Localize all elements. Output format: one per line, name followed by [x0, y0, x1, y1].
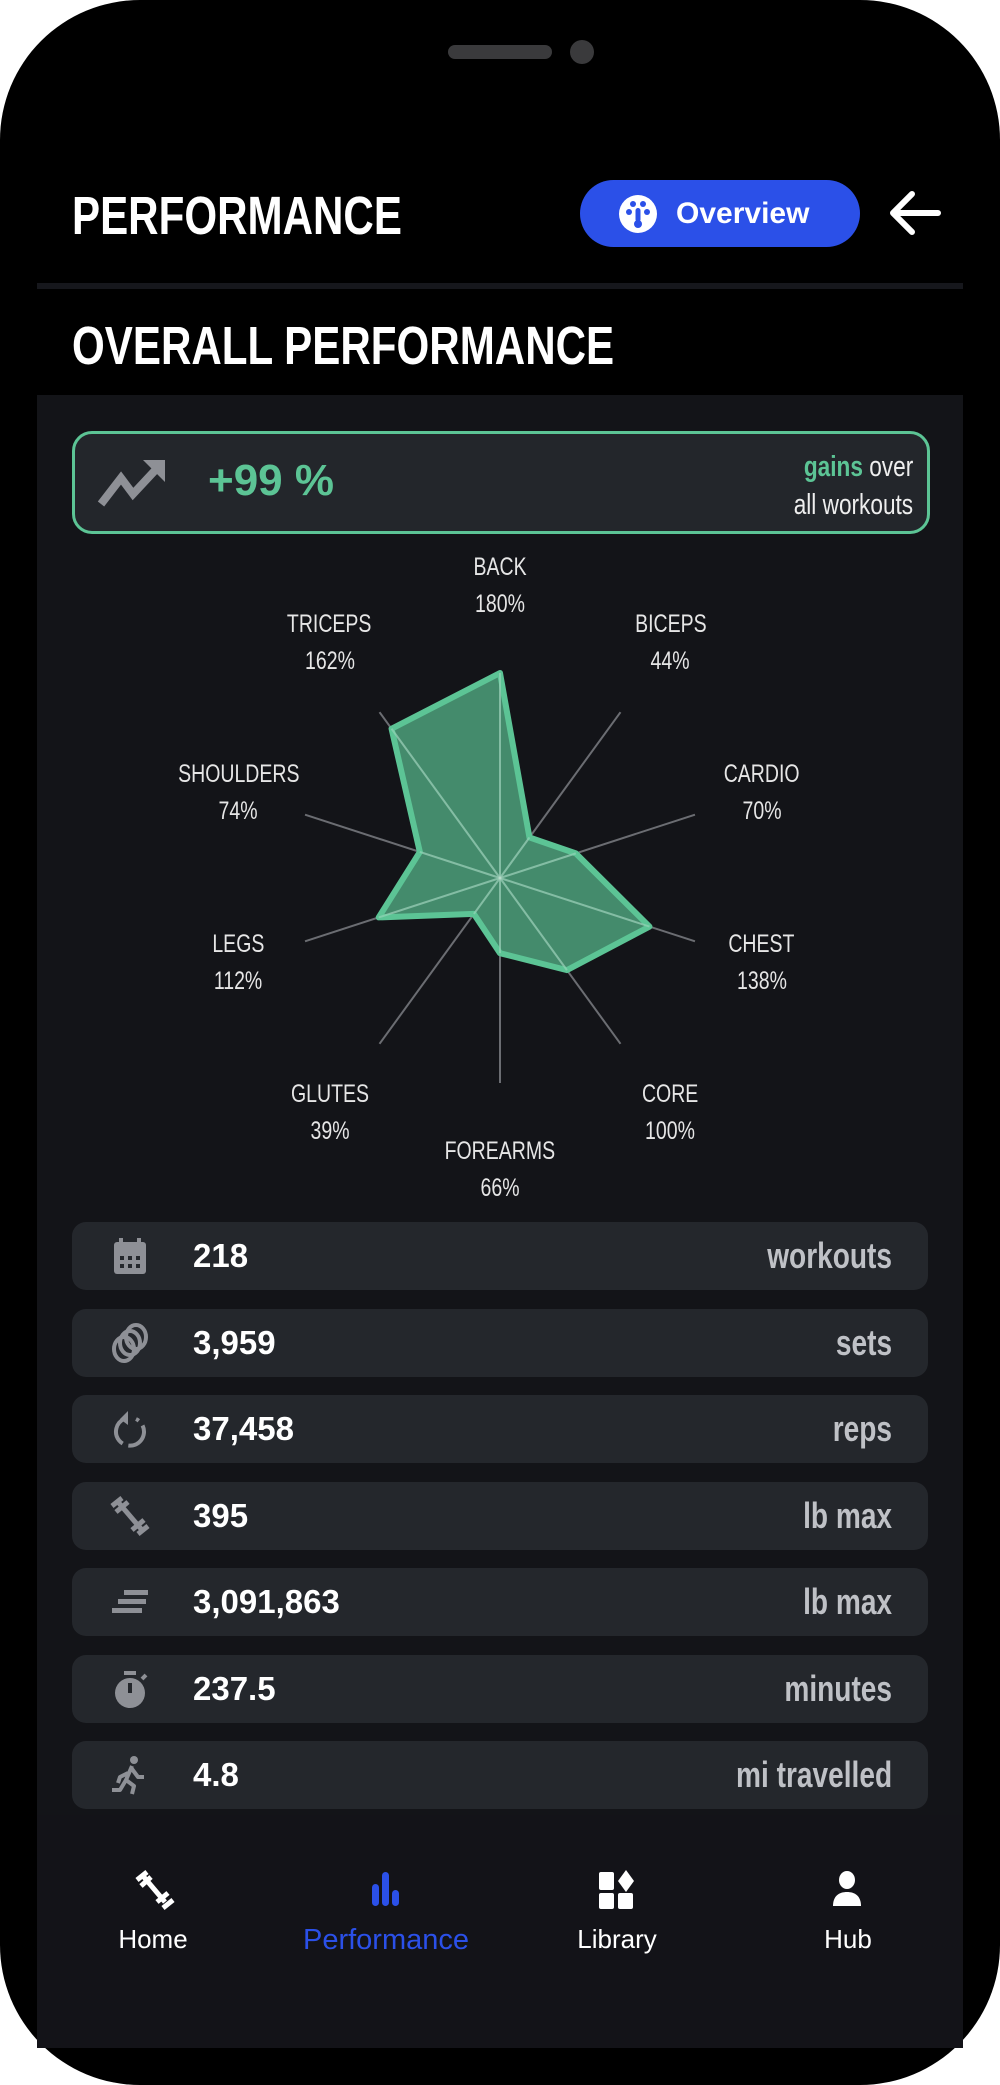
stat-row-sets: 3,959 sets — [72, 1308, 928, 1377]
library-shapes-icon — [599, 1870, 634, 1909]
radar-label-legs: LEGS 112% — [212, 929, 265, 995]
stat-unit: workouts — [767, 1235, 892, 1276]
stat-value: 4.8 — [193, 1756, 239, 1793]
stat-unit: minutes — [784, 1667, 892, 1709]
nav-tab-performance[interactable]: Performance — [286, 1868, 486, 1957]
radar-label-glutes: GLUTES 39% — [290, 1079, 369, 1145]
stat-row-lb-max: 3,091,863 lb max — [72, 1568, 928, 1636]
radar-label-shoulders: SHOULDERS 74% — [177, 760, 300, 826]
person-icon — [833, 1871, 861, 1906]
stat-value: 3,959 — [193, 1323, 276, 1361]
radar-chart — [304, 670, 696, 1083]
radar-label-core: CORE 100% — [642, 1079, 699, 1145]
overview-button[interactable]: Overview — [580, 180, 860, 247]
bar-chart-icon — [372, 1872, 399, 1906]
nav-tab-library[interactable]: Library — [517, 1868, 717, 1955]
page-title: PERFORMANCE — [72, 186, 402, 246]
stat-unit: mi travelled — [735, 1754, 892, 1795]
repeat-icon — [114, 1411, 146, 1448]
stat-row-lb-max: 395 lb max — [72, 1481, 928, 1550]
camera — [570, 40, 594, 64]
radar-label-triceps: TRICEPS 162% — [287, 610, 372, 676]
stopwatch-icon — [115, 1670, 148, 1708]
nav-tab-label: Performance — [302, 1924, 469, 1956]
phone-frame: PERFORMANCE Overview OVERALL PERFORMANCE… — [0, 0, 1000, 2085]
stat-row-minutes: 237.5 minutes — [72, 1654, 928, 1723]
stat-unit: lb max — [803, 1581, 892, 1622]
calendar-icon — [114, 1238, 146, 1274]
radar-label-cardio: CARDIO 70% — [723, 760, 800, 826]
arrow-left-icon[interactable] — [888, 188, 942, 238]
dashboard-gauge-icon — [619, 194, 657, 233]
gains-note: gains over all workouts — [793, 451, 913, 521]
radar-series-area — [375, 670, 653, 974]
gains-summary: +99 % gains over all workouts — [72, 431, 930, 534]
barbell-icon — [110, 1495, 150, 1536]
speaker — [448, 45, 552, 59]
stat-unit: sets — [835, 1321, 892, 1363]
header-divider — [37, 283, 963, 289]
stat-unit: reps — [832, 1408, 892, 1449]
nav-tab-hub[interactable]: Hub — [748, 1868, 948, 1955]
rings-icon — [112, 1322, 148, 1363]
stat-row-reps: 37,458 reps — [72, 1395, 928, 1463]
nav-tab-label: Home — [118, 1924, 188, 1954]
nav-tab-label: Hub — [824, 1924, 872, 1954]
running-icon — [112, 1756, 144, 1795]
stat-row-workouts: 218 workouts — [72, 1222, 928, 1290]
stat-value: 218 — [193, 1237, 249, 1274]
radar-label-chest: CHEST 138% — [728, 929, 795, 995]
stat-value: 3,091,863 — [193, 1583, 340, 1620]
barbell-icon — [135, 1870, 175, 1910]
stat-value: 37,458 — [193, 1410, 294, 1447]
radar-label-biceps: BICEPS 44% — [634, 610, 707, 676]
trending-up-icon — [97, 460, 165, 507]
stat-value: 395 — [193, 1496, 249, 1534]
radar-label-forearms: FOREARMS 66% — [444, 1137, 556, 1202]
gains-value: +99 % — [208, 456, 334, 505]
volume-lines-icon — [112, 1590, 148, 1613]
stat-unit: lb max — [803, 1494, 892, 1536]
nav-tab-label: Library — [577, 1924, 657, 1954]
overview-label: Overview — [676, 196, 810, 230]
stat-row-mi-travelled: 4.8 mi travelled — [72, 1741, 928, 1809]
nav-tab-home[interactable]: Home — [53, 1868, 253, 1955]
section-title: OVERALL PERFORMANCE — [72, 316, 615, 376]
stat-value: 237.5 — [193, 1669, 276, 1707]
